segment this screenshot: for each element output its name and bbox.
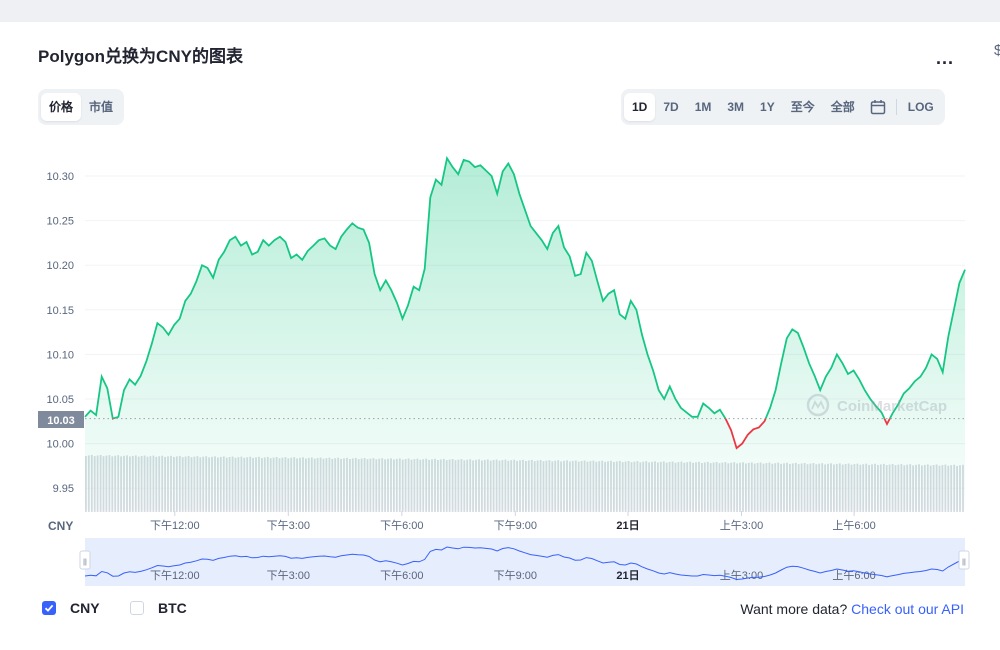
y-axis-labels: 10.30 10.25 10.20 10.15 10.10 10.05 10.00 9.95 (46, 171, 74, 495)
x-tick-label: 下午9:00 (494, 519, 537, 532)
navigator-label: 下午6:00 (380, 569, 423, 582)
navigator-label: 21日 (616, 569, 639, 582)
price-chart: 10.3010.2510.2010.1510.1010.0510.009.95 … (38, 155, 970, 586)
y-tick-label: 10.25 (46, 216, 74, 228)
x-tick-label: 下午6:00 (380, 519, 423, 532)
open-price-label: 10.03 (47, 415, 75, 427)
api-promo: Want more data? Check out our API (740, 601, 964, 617)
legend-btc-label: BTC (158, 600, 187, 616)
x-tick-label: 下午12:00 (150, 519, 200, 532)
legend-cny[interactable]: CNY (42, 600, 100, 616)
api-link[interactable]: Check out our API (851, 601, 964, 617)
checkbox-btc[interactable] (130, 601, 144, 615)
x-axis-labels: 下午12:00 下午3:00 下午6:00 下午9:00 21日 上午3:00 上午6:00 (150, 511, 876, 532)
y-tick-label: 10.00 (46, 439, 74, 451)
legend-cny-label: CNY (70, 600, 100, 616)
y-tick-label: 10.20 (46, 260, 74, 272)
checkbox-cny[interactable] (42, 601, 56, 615)
navigator-label: 下午9:00 (494, 569, 537, 582)
y-tick-label: 10.10 (46, 349, 74, 361)
svg-text:||: || (962, 559, 966, 566)
x-tick-label: 21日 (616, 519, 639, 532)
api-promo-text: Want more data? (740, 601, 848, 617)
currency-axis-label: CNY (48, 519, 73, 533)
watermark-text: CoinMarketCap (837, 398, 947, 415)
x-tick-label: 下午3:00 (267, 519, 310, 532)
navigator-left-handle[interactable]: || (79, 550, 91, 570)
y-tick-label: 9.95 (53, 483, 74, 495)
x-tick-label: 上午3:00 (720, 519, 763, 532)
y-tick-label: 10.05 (46, 394, 74, 406)
x-tick-label: 上午6:00 (832, 519, 875, 532)
open-price-label-box: 10.03 (38, 411, 84, 428)
navigator-label: 下午12:00 (150, 569, 200, 582)
y-tick-label: 10.15 (46, 305, 74, 317)
y-tick-label: 10.30 (46, 171, 74, 183)
svg-text:||: || (83, 559, 87, 566)
navigator-label: 上午3:00 (720, 569, 763, 582)
navigator-right-handle[interactable]: || (958, 550, 970, 570)
legend-btc[interactable]: BTC (130, 600, 187, 616)
navigator-label: 下午3:00 (267, 569, 310, 582)
